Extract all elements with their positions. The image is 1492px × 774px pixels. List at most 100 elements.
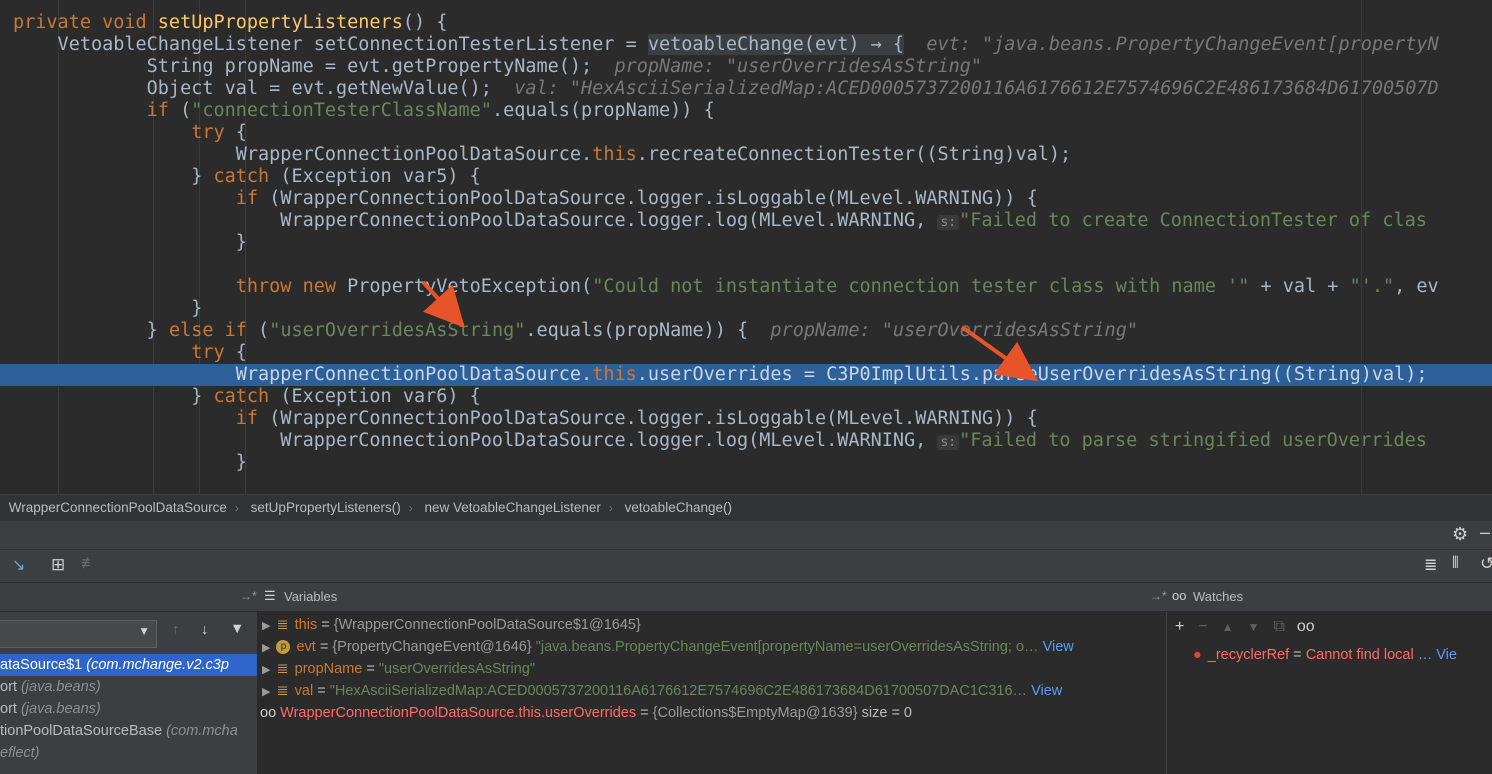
arrow-up-icon[interactable]: ↑ — [172, 622, 179, 638]
code-line[interactable]: private void setUpPropertyListeners() { — [0, 12, 447, 34]
arrow-down-icon[interactable]: ↓ — [201, 622, 208, 638]
variable-row[interactable]: ▶ ≣ val = "HexAsciiSerializedMap:ACED00057… — [258, 680, 1164, 702]
step-cursor-icon[interactable]: ↘ — [12, 555, 25, 575]
code-token: } — [13, 386, 214, 407]
chevron-right-icon: › — [234, 501, 239, 515]
variable-row[interactable]: oo WrapperConnectionPoolDataSource.this.u… — [258, 702, 1164, 724]
code-token: catch — [213, 386, 281, 407]
code-token: "connectionTesterClassName" — [191, 100, 492, 121]
code-token: (WrapperConnectionPoolDataSource.logger.… — [269, 188, 1038, 209]
code-token: VetoableChangeListener setConnectionTest… — [13, 34, 648, 55]
variable-row[interactable]: ▶ p evt = {PropertyChangeEvent@1646} "java… — [258, 636, 1164, 658]
equals-sign: = — [313, 683, 330, 699]
variable-name: WrapperConnectionPoolDataSource.this.use… — [280, 705, 637, 721]
variable-row[interactable]: ▶ ≣ propName = "userOverridesAsString" — [258, 658, 1164, 680]
frame-package: (com.mchange.v2.c3p — [86, 657, 229, 673]
pin-icon[interactable]: →* — [1150, 589, 1167, 603]
code-line[interactable]: WrapperConnectionPoolDataSource.logger.l… — [0, 430, 1427, 452]
frame-name: ort — [0, 701, 21, 717]
expand-arrow-icon[interactable]: ▶ — [262, 686, 270, 698]
variables-icon: ☰ — [264, 588, 276, 603]
expand-arrow-icon[interactable]: ▶ — [262, 620, 270, 632]
code-line[interactable] — [0, 254, 13, 276]
code-token: .equals(propName)) { — [525, 320, 749, 341]
frame-item[interactable]: tionPoolDataSourceBase (com.mcha — [0, 720, 257, 742]
add-icon[interactable]: + — [1175, 618, 1184, 635]
code-line[interactable]: String propName = evt.getPropertyName();… — [0, 56, 982, 78]
code-line[interactable]: Object val = evt.getNewValue(); val: "He… — [0, 78, 1439, 100]
variable-value: "userOverridesAsString" — [378, 661, 536, 677]
view-link[interactable]: … Vie — [1418, 647, 1457, 663]
variables-panel: ▶ ≣ this = {WrapperConnectionPoolDataSourc… — [258, 612, 1164, 774]
code-token: PropertyVetoException( — [347, 276, 593, 297]
code-line[interactable]: throw new PropertyVetoException("Could n… — [0, 276, 1439, 298]
code-line[interactable]: WrapperConnectionPoolDataSource.logger.l… — [0, 210, 1427, 232]
minimize-icon[interactable]: – — [1480, 522, 1490, 543]
view-link[interactable]: View — [1031, 683, 1062, 699]
code-line[interactable]: } — [0, 298, 202, 320]
watches-title: Watches — [1193, 589, 1244, 604]
variable-value: {WrapperConnectionPoolDataSource$1@1645} — [333, 617, 641, 633]
code-line[interactable]: VetoableChangeListener setConnectionTest… — [0, 34, 1439, 56]
table-icon[interactable]: ⊞ — [51, 555, 65, 575]
code-line[interactable]: } catch (Exception var6) { — [0, 386, 481, 408]
breadcrumb-item[interactable]: vetoableChange() — [625, 495, 732, 521]
breadcrumb-item[interactable]: WrapperConnectionPoolDataSource — [9, 495, 227, 521]
move-up-icon[interactable]: ▲ — [1222, 620, 1234, 634]
watch-icon[interactable]: oo — [1297, 618, 1315, 635]
frame-item[interactable]: ort (java.beans) — [0, 698, 257, 720]
view-link[interactable]: View — [1043, 639, 1074, 655]
code-token: this — [592, 144, 637, 165]
frame-item[interactable]: ort (java.beans) — [0, 676, 257, 698]
code-token: propName: "userOverridesAsString" — [592, 56, 983, 77]
equals-sign: = — [362, 661, 379, 677]
gear-icon[interactable]: ⚙ — [1452, 524, 1468, 545]
move-down-icon[interactable]: ▼ — [1248, 620, 1260, 634]
code-token: WrapperConnectionPoolDataSource.logger.l… — [13, 210, 938, 231]
watch-row[interactable]: ● _recyclerRef = Cannot find local … Vie — [1193, 644, 1457, 666]
code-line[interactable]: try { — [0, 342, 247, 364]
chevron-right-icon: › — [408, 501, 413, 515]
code-token: private void — [13, 12, 158, 33]
code-line[interactable]: } — [0, 452, 247, 474]
pin-icon[interactable]: →* — [240, 589, 257, 603]
code-line[interactable]: if (WrapperConnectionPoolDataSource.logg… — [0, 408, 1038, 430]
frame-name: ort — [0, 679, 21, 695]
execution-line[interactable]: WrapperConnectionPoolDataSource.this.use… — [0, 364, 1492, 386]
code-line[interactable]: } — [0, 232, 247, 254]
breadcrumb-item[interactable]: setUpPropertyListeners() — [251, 495, 401, 521]
thread-selector[interactable]: ▼ — [0, 620, 157, 648]
frame-item[interactable]: ataSource$1 (com.mchange.v2.c3p — [0, 654, 257, 676]
code-token: WrapperConnectionPoolDataSource. — [13, 364, 593, 385]
duplicate-icon[interactable]: ⧉ — [1273, 618, 1284, 635]
remove-icon[interactable]: − — [1198, 618, 1207, 635]
variable-row[interactable]: ▶ ≣ this = {WrapperConnectionPoolDataSourc… — [258, 614, 1164, 636]
code-token: (Exception var5) { — [280, 166, 481, 187]
list-icon[interactable]: ≣ — [1424, 555, 1437, 575]
code-line[interactable]: } else if ("userOverridesAsString".equal… — [0, 320, 1138, 342]
field-icon: ≣ — [276, 661, 289, 677]
code-token: WrapperConnectionPoolDataSource.logger.l… — [13, 430, 938, 451]
code-line[interactable]: if (WrapperConnectionPoolDataSource.logg… — [0, 188, 1038, 210]
code-line[interactable]: } catch (Exception var5) { — [0, 166, 481, 188]
expand-arrow-icon[interactable]: ▶ — [262, 642, 270, 654]
code-line[interactable]: WrapperConnectionPoolDataSource.this.rec… — [0, 144, 1071, 166]
settings-sliders-icon[interactable]: ≢ — [81, 555, 97, 573]
layout-icon[interactable]: ⫴ — [1452, 555, 1459, 573]
frame-item[interactable]: eflect) — [0, 742, 257, 764]
filter-icon[interactable]: ▼ — [230, 621, 244, 637]
code-token: throw new — [13, 276, 348, 297]
code-line[interactable]: try { — [0, 122, 247, 144]
variable-value: "HexAsciiSerializedMap:ACED0005737200116… — [329, 683, 1028, 699]
watches-icon: oo — [1172, 588, 1187, 603]
code-line[interactable]: if ("connectionTesterClassName".equals(p… — [0, 100, 715, 122]
code-token: (Exception var6) { — [280, 386, 481, 407]
breadcrumb-item[interactable]: new VetoableChangeListener — [425, 495, 601, 521]
frame-name: ataSource$1 — [0, 657, 87, 673]
refresh-icon[interactable]: ↺ — [1480, 554, 1492, 574]
code-token: () { — [402, 12, 448, 33]
code-token: this — [592, 364, 637, 385]
expand-arrow-icon[interactable]: ▶ — [262, 664, 270, 676]
right-margin-guide — [1361, 0, 1362, 494]
code-editor[interactable]: private void setUpPropertyListeners() { … — [0, 0, 1492, 494]
